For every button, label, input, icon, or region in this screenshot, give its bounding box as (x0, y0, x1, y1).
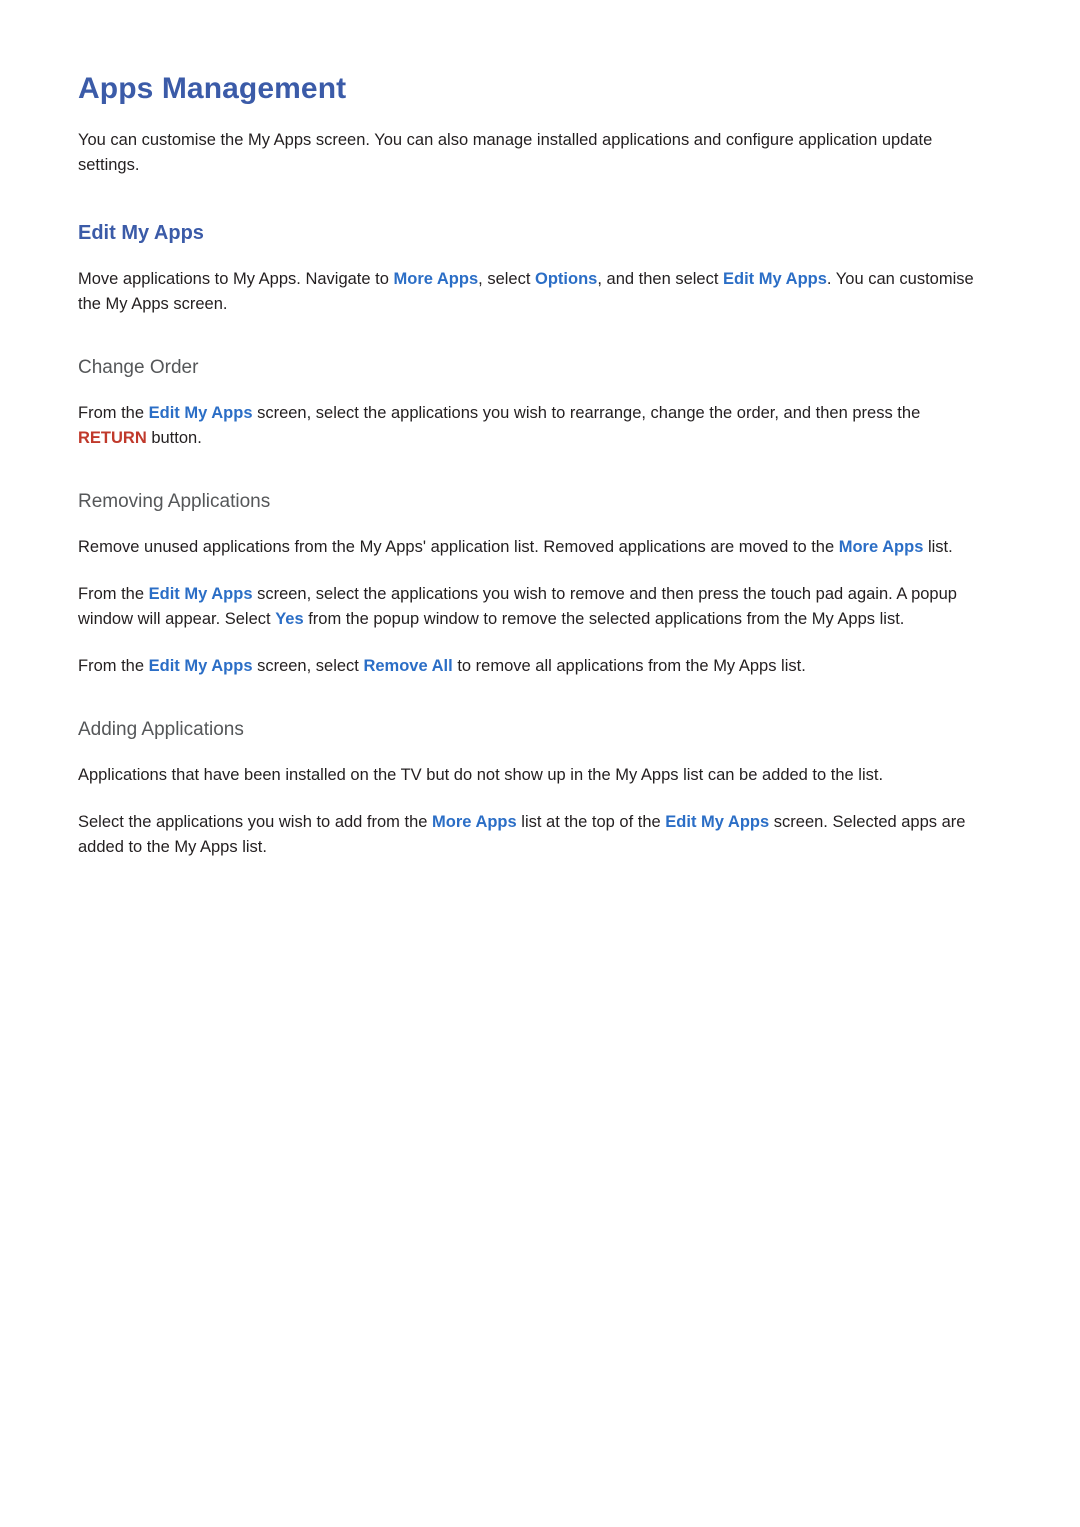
subsection-heading-removing-applications: Removing Applications (78, 491, 271, 512)
paragraph-change-order: From the Edit My Apps screen, select the… (78, 404, 921, 447)
inline-key-emphasis: RETURN (78, 429, 147, 447)
inline-emphasis: Edit My Apps (148, 657, 253, 675)
inline-emphasis: Edit My Apps (665, 813, 770, 831)
inline-emphasis: More Apps (432, 813, 517, 831)
subsection-heading-adding-applications: Adding Applications (78, 719, 244, 740)
inline-emphasis: Edit My Apps (148, 585, 253, 603)
inline-emphasis: Yes (275, 610, 304, 628)
paragraph-adding-1: Applications that have been installed on… (78, 766, 884, 784)
paragraph-edit-my-apps: Move applications to My Apps. Navigate t… (78, 270, 974, 313)
paragraph-removing-3: From the Edit My Apps screen, select Rem… (78, 657, 806, 675)
page-title: Apps Management (78, 72, 347, 105)
subsection-heading-change-order: Change Order (78, 357, 199, 378)
inline-emphasis: Remove All (363, 657, 453, 675)
intro-paragraph: You can customise the My Apps screen. Yo… (78, 131, 933, 174)
inline-emphasis: Edit My Apps (723, 270, 827, 288)
paragraph-removing-1: Remove unused applications from the My A… (78, 538, 953, 556)
paragraph-adding-2: Select the applications you wish to add … (78, 813, 966, 856)
inline-emphasis: Edit My Apps (148, 404, 253, 422)
paragraph-removing-2: From the Edit My Apps screen, select the… (78, 585, 957, 628)
inline-emphasis: More Apps (393, 270, 479, 288)
document-page: Apps Management You can customise the My… (0, 0, 1080, 1527)
section-heading-edit-my-apps: Edit My Apps (78, 222, 204, 244)
inline-emphasis: More Apps (838, 538, 924, 556)
inline-emphasis: Options (535, 270, 598, 288)
